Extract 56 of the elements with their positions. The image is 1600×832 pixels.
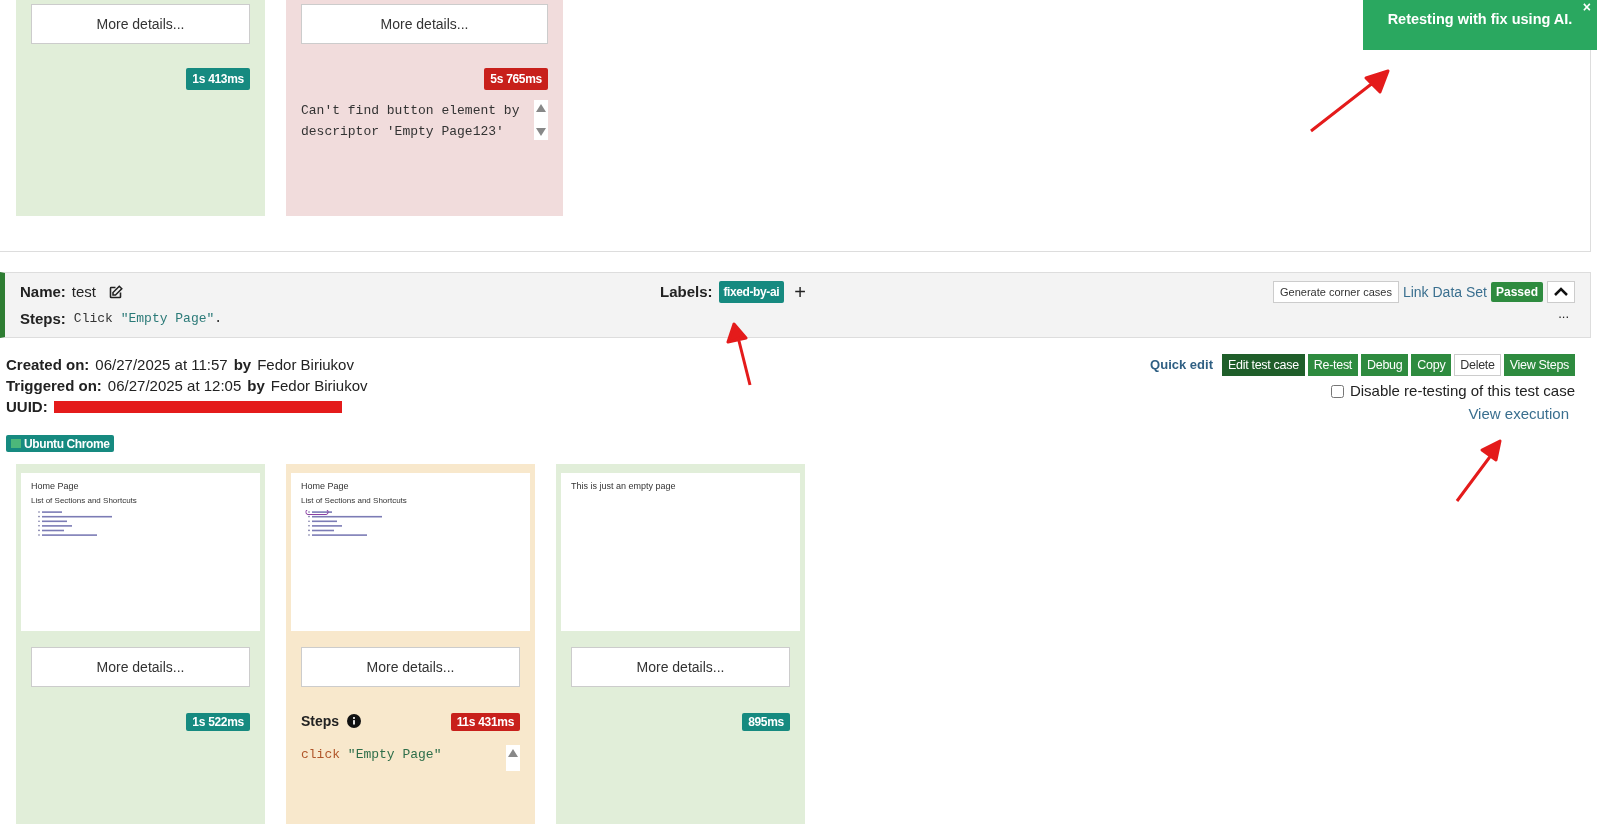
more-details-button[interactable]: More details... (301, 4, 548, 44)
info-user: Fedor Biriukov (257, 355, 354, 375)
screenshot-title: Home Page (31, 481, 80, 492)
info-user: Fedor Biriukov (270, 376, 368, 396)
screenshot-title: Home Page (301, 481, 350, 492)
labels-label: Labels: (660, 282, 713, 302)
error-message: Can't find button element by descriptor 'Empty Page123' (301, 102, 521, 141)
action-button[interactable]: Re-test (1307, 354, 1358, 376)
action-button[interactable]: Debug (1361, 354, 1409, 376)
more-details-button[interactable]: More details... (31, 647, 250, 687)
browser-tag: Ubuntu Chrome (6, 435, 115, 452)
checkbox-label: Disable re-testing of this test case (1349, 381, 1575, 401)
screenshot-title: This is just an empty page (571, 481, 677, 492)
view-execution-link[interactable]: View execution (1468, 402, 1569, 425)
screenshot-subtitle: List of Sections and Shortcuts (31, 496, 138, 506)
info-label: Triggered on: (6, 376, 102, 396)
duration-badge: 11s 431ms (450, 713, 520, 731)
annotation-arrow (1454, 438, 1504, 504)
action-button[interactable]: View Steps (1503, 354, 1575, 376)
test-name: test (71, 282, 97, 302)
info-date: 06/27/2025 at 11:57 (95, 355, 228, 375)
quick-edit-link[interactable]: Quick edit (1150, 355, 1213, 375)
more-details-button[interactable]: More details... (301, 647, 520, 687)
more-options-button[interactable]: ... (1558, 307, 1569, 321)
disable-retest-checkbox[interactable] (1330, 384, 1344, 398)
label-tag[interactable]: fixed-by-ai (718, 281, 785, 304)
duration-badge: 1s 522ms (186, 713, 250, 731)
more-details-button[interactable]: More details... (31, 4, 250, 44)
duration-badge: 5s 765ms (484, 68, 548, 90)
link-data-set-link[interactable]: Link Data Set (1402, 281, 1487, 303)
info-label: Created on: (6, 355, 90, 375)
scroll-arrows-icon[interactable] (534, 100, 548, 140)
info-date: 06/27/2025 at 12:05 (107, 376, 242, 396)
uuid-label: UUID: (6, 397, 48, 417)
screenshot-subtitle: List of Sections and Shortcuts (301, 496, 408, 506)
info-icon[interactable] (347, 714, 362, 728)
steps-heading: Steps (301, 711, 340, 731)
edit-icon[interactable] (108, 284, 124, 300)
toast-message: Retesting with fix using AI. (1387, 10, 1573, 29)
steps-label: Steps: (20, 308, 66, 329)
generate-corner-cases-button[interactable]: Generate corner cases (1273, 281, 1399, 303)
duration-badge: 895ms (742, 713, 790, 731)
name-label: Name: (20, 282, 66, 302)
add-label-button[interactable]: + (794, 282, 806, 303)
chevron-icon (1554, 287, 1568, 297)
action-button[interactable]: Edit test case (1221, 354, 1305, 376)
steps-code: Click "Empty Page". (73, 310, 223, 328)
action-button[interactable]: Copy (1411, 354, 1452, 376)
collapse-button[interactable] (1547, 281, 1575, 303)
more-details-button[interactable]: More details... (571, 647, 790, 687)
info-by: by (247, 376, 265, 396)
action-button[interactable]: Delete (1454, 354, 1501, 376)
status-badge: Passed (1490, 282, 1543, 302)
info-by: by (233, 355, 252, 375)
step-code: click "Empty Page" (301, 746, 443, 764)
duration-badge: 1s 413ms (186, 68, 250, 90)
